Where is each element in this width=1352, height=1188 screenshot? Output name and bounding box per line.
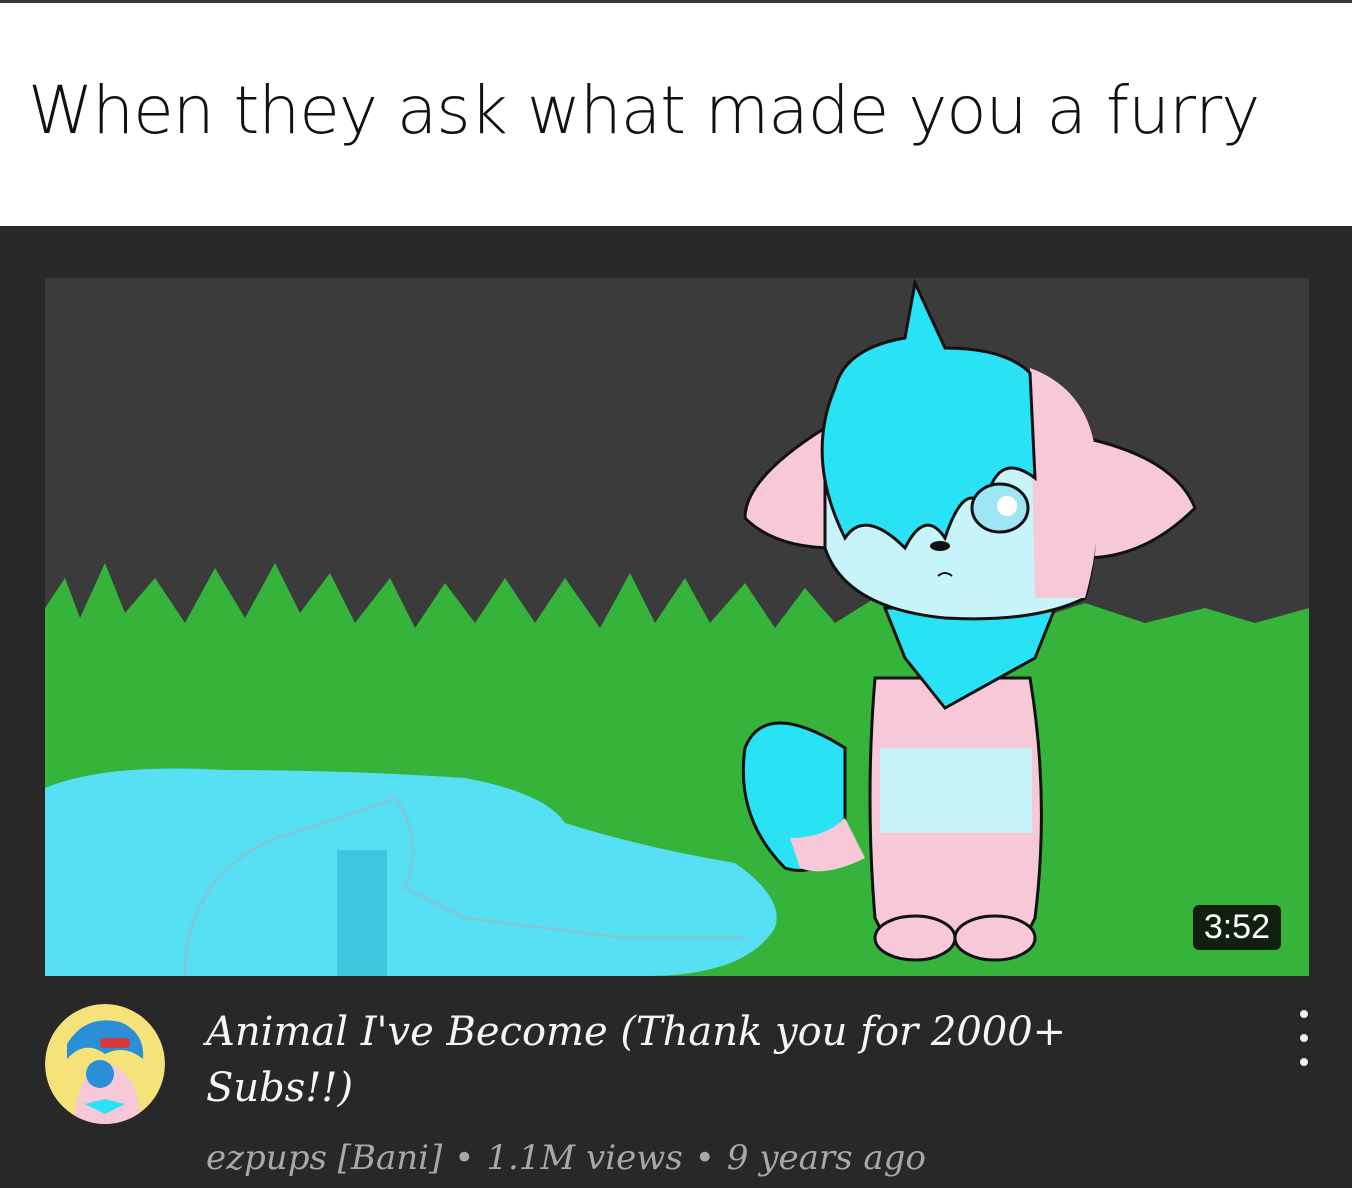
channel-avatar[interactable] [45, 1004, 165, 1124]
video-card: 3:52 Animal I've Become (Thank you for 2… [0, 226, 1352, 1188]
avatar-image [45, 1004, 165, 1124]
video-duration-badge: 3:52 [1192, 905, 1281, 950]
thumbnail-illustration [45, 278, 1309, 976]
kebab-dot [1300, 1010, 1308, 1018]
more-vert-icon[interactable] [1284, 1010, 1324, 1066]
video-metadata: ezpups [Bani] • 1.1M views • 9 years ago [206, 1138, 926, 1178]
view-count: 1.1M views [486, 1138, 683, 1178]
channel-name[interactable]: ezpups [Bani] [206, 1138, 442, 1178]
upload-age: 9 years ago [726, 1138, 926, 1178]
meme-caption: When they ask what made you a furry [28, 72, 1260, 149]
video-title[interactable]: Animal I've Become (Thank you for 2000+ … [206, 1004, 1166, 1116]
kebab-dot [1300, 1034, 1308, 1042]
top-divider [0, 0, 1352, 3]
meta-separator: • [694, 1138, 715, 1178]
meta-separator: • [454, 1138, 475, 1178]
kebab-dot [1300, 1058, 1308, 1066]
video-thumbnail[interactable]: 3:52 [45, 278, 1309, 976]
